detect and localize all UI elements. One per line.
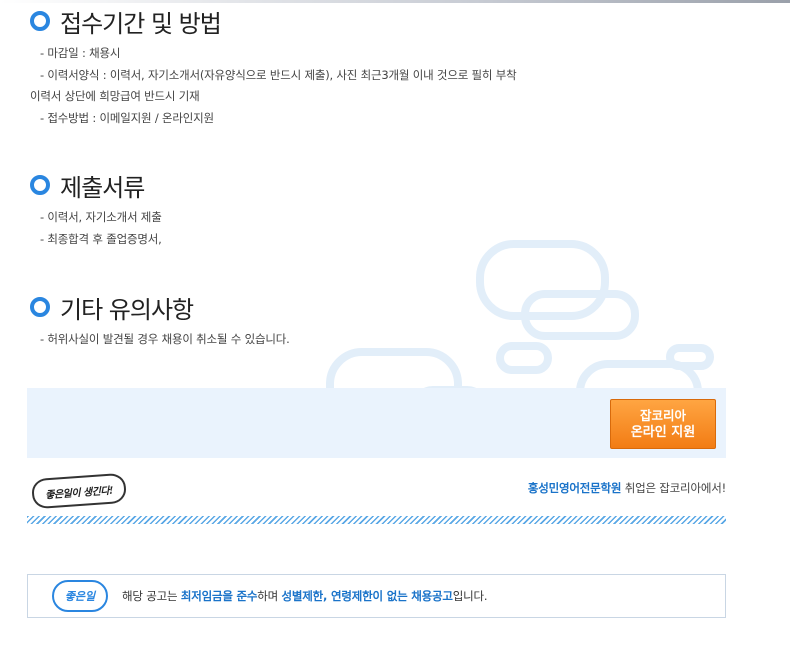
section-content: - 마감일 : 채용시 - 이력서양식 : 이력서, 자기소개서(자유양식으로 … xyxy=(30,43,517,129)
resume-note-line: 이력서 상단에 희망급여 반드시 기재 xyxy=(30,89,200,103)
good-job-badge-icon: 좋은일 xyxy=(52,580,108,612)
document-line: - 최종합격 후 졸업증명서, xyxy=(40,231,162,246)
company-name-link[interactable]: 홍성민영어전문학원 xyxy=(528,481,622,495)
hatched-divider xyxy=(27,516,726,524)
stamp-text: 좋은일이 생긴다! xyxy=(44,485,114,501)
resume-format-line: - 이력서양식 : 이력서, 자기소개서(자유양식으로 반드시 제출), 사진 … xyxy=(40,67,517,82)
apply-button-label-bottom: 온라인 지원 xyxy=(630,425,696,440)
section-header: 접수기간 및 방법 xyxy=(30,3,517,39)
notice-part: 입니다. xyxy=(452,589,488,603)
circle-bullet-icon xyxy=(30,297,50,317)
section-content: - 이력서, 자기소개서 제출 - 최종합격 후 졸업증명서, xyxy=(30,207,162,250)
note-line: - 허위사실이 발견될 경우 채용이 취소될 수 있습니다. xyxy=(40,332,290,346)
section-application-period: 접수기간 및 방법 - 마감일 : 채용시 - 이력서양식 : 이력서, 자기소… xyxy=(30,3,517,129)
badge-label: 좋은일 xyxy=(64,590,96,603)
circle-bullet-icon xyxy=(30,175,50,195)
section-title: 접수기간 및 방법 xyxy=(60,9,222,38)
company-credit: 홍성민영어전문학원 취업은 잡코리아에서! xyxy=(400,480,726,496)
good-job-stamp-icon: 좋은일이 생긴다! xyxy=(31,472,127,510)
credit-suffix: 취업은 잡코리아에서! xyxy=(621,481,726,495)
section-header: 기타 유의사항 xyxy=(30,289,290,325)
apply-button-label-top: 잡코리아 xyxy=(639,408,686,423)
section-other-notes: 기타 유의사항 - 허위사실이 발견될 경우 채용이 취소될 수 있습니다. xyxy=(30,289,290,351)
fair-hiring-notice: 좋은일 해당 공고는 최저임금을 준수하며 성별제한, 연령제한이 없는 채용공… xyxy=(27,574,726,618)
notice-text: 해당 공고는 최저임금을 준수하며 성별제한, 연령제한이 없는 채용공고입니다… xyxy=(122,588,488,604)
section-title: 기타 유의사항 xyxy=(60,295,194,324)
circle-bullet-icon xyxy=(30,11,50,31)
notice-part: 해당 공고는 xyxy=(122,589,181,603)
section-title: 제출서류 xyxy=(60,173,145,202)
application-method-line: - 접수방법 : 이메일지원 / 온라인지원 xyxy=(40,110,214,125)
section-content: - 허위사실이 발견될 경우 채용이 취소될 수 있습니다. xyxy=(30,329,290,351)
deadline-line: - 마감일 : 채용시 xyxy=(40,46,121,60)
stamp-oval: 좋은일이 생긴다! xyxy=(31,472,127,510)
notice-highlight-min-wage: 최저임금을 준수 xyxy=(180,589,258,603)
document-line: - 이력서, 자기소개서 제출 xyxy=(40,210,162,224)
notice-highlight-no-restriction: 성별제한, 연령제한이 없는 채용공고 xyxy=(281,589,453,603)
section-required-documents: 제출서류 - 이력서, 자기소개서 제출 - 최종합격 후 졸업증명서, xyxy=(30,167,162,250)
online-apply-button[interactable]: 잡코리아 온라인 지원 xyxy=(610,399,716,449)
notice-part: 하며 xyxy=(257,589,282,603)
section-header: 제출서류 xyxy=(30,167,162,203)
